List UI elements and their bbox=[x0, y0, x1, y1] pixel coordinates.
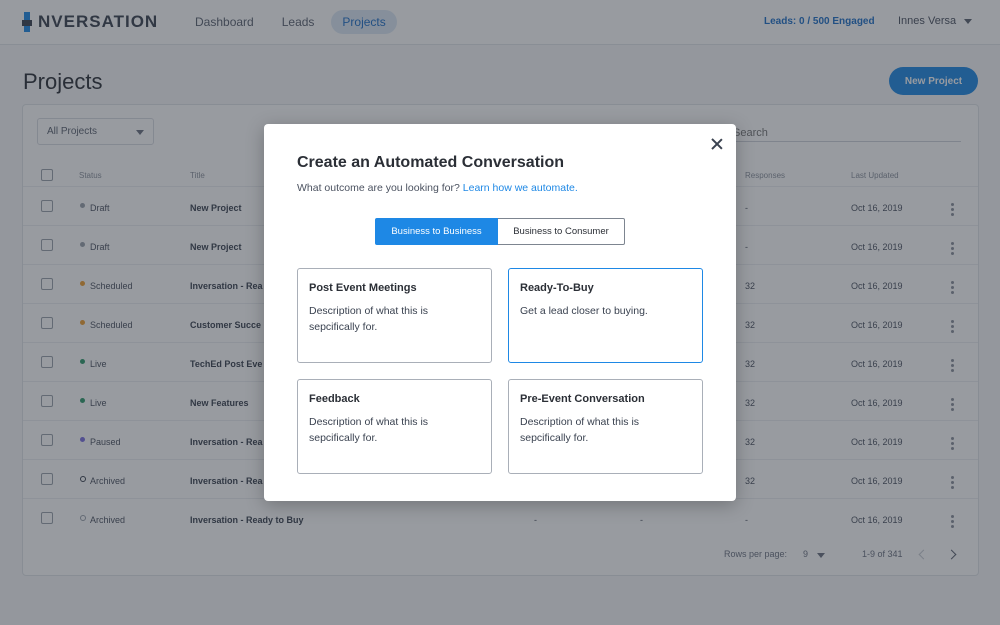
option-post-event-meetings[interactable]: Post Event Meetings Description of what … bbox=[297, 268, 492, 363]
learn-more-link[interactable]: Learn how we automate. bbox=[463, 182, 578, 194]
option-title: Post Event Meetings bbox=[309, 282, 417, 294]
modal-subtitle: What outcome are you looking for? Learn … bbox=[297, 182, 578, 194]
option-description: Get a lead closer to buying. bbox=[520, 305, 648, 317]
toggle-b2b-button[interactable]: Business to Business bbox=[375, 218, 498, 245]
create-conversation-modal: Create an Automated Conversation What ou… bbox=[264, 124, 736, 501]
option-title: Ready-To-Buy bbox=[520, 282, 594, 294]
modal-title: Create an Automated Conversation bbox=[297, 154, 565, 171]
option-description: Description of what this is sepcifically… bbox=[520, 416, 640, 444]
option-pre-event-conversation[interactable]: Pre-Event Conversation Description of wh… bbox=[508, 379, 703, 474]
option-title: Pre-Event Conversation bbox=[520, 393, 645, 405]
option-feedback[interactable]: Feedback Description of what this is sep… bbox=[297, 379, 492, 474]
option-title: Feedback bbox=[309, 393, 360, 405]
toggle-b2c-button[interactable]: Business to Consumer bbox=[498, 218, 625, 245]
option-description: Description of what this is sepcifically… bbox=[309, 305, 429, 333]
option-description: Description of what this is sepcifically… bbox=[309, 416, 429, 444]
modal-question: What outcome are you looking for? bbox=[297, 182, 460, 194]
close-icon[interactable] bbox=[710, 137, 724, 151]
audience-toggle: Business to Business Business to Consume… bbox=[375, 218, 625, 245]
option-ready-to-buy[interactable]: Ready-To-Buy Get a lead closer to buying… bbox=[508, 268, 703, 363]
